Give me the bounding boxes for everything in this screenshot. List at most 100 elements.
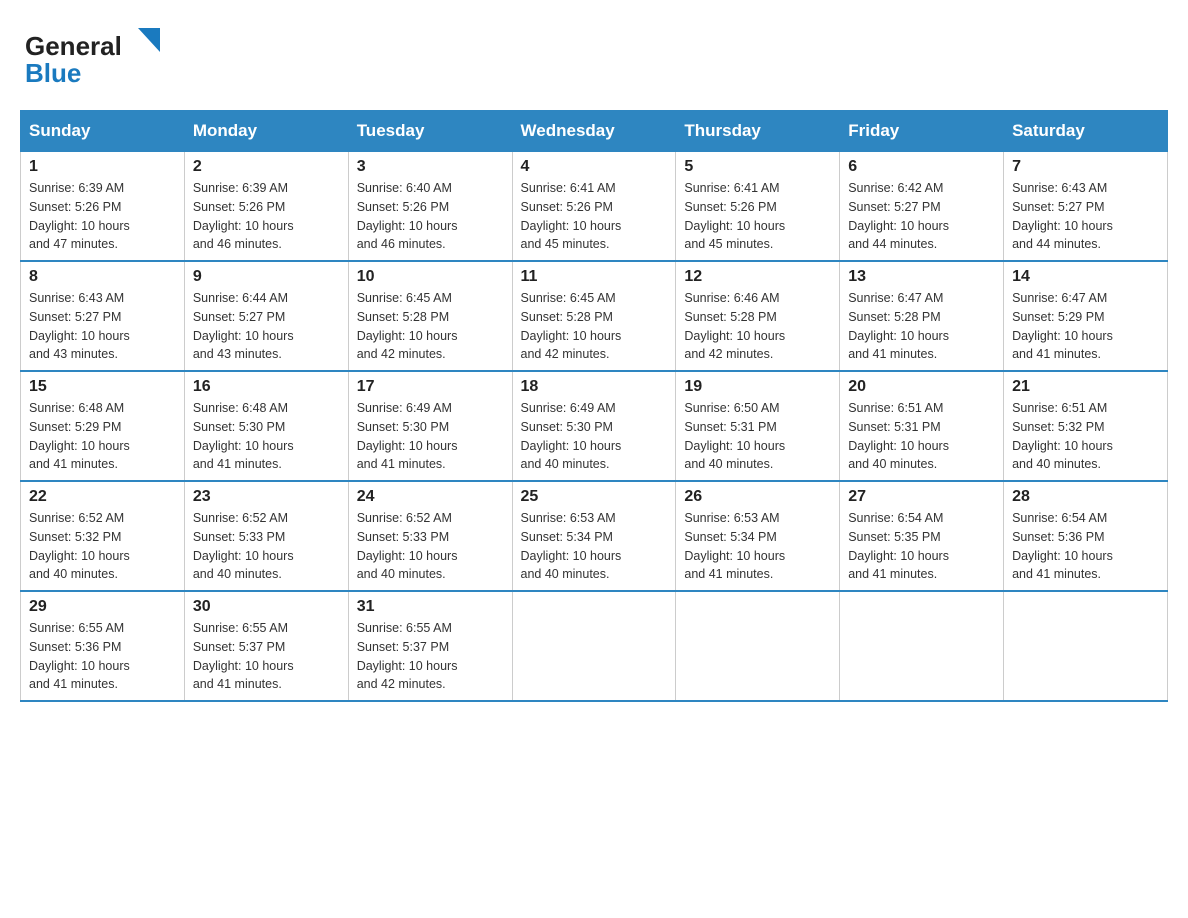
calendar-cell: 25 Sunrise: 6:53 AMSunset: 5:34 PMDaylig… bbox=[512, 481, 676, 591]
day-info: Sunrise: 6:45 AMSunset: 5:28 PMDaylight:… bbox=[357, 289, 504, 364]
day-number: 17 bbox=[357, 378, 504, 396]
calendar-week-row: 29 Sunrise: 6:55 AMSunset: 5:36 PMDaylig… bbox=[21, 591, 1168, 701]
calendar-cell: 2 Sunrise: 6:39 AMSunset: 5:26 PMDayligh… bbox=[184, 152, 348, 262]
day-info: Sunrise: 6:52 AMSunset: 5:33 PMDaylight:… bbox=[357, 509, 504, 584]
calendar-cell: 24 Sunrise: 6:52 AMSunset: 5:33 PMDaylig… bbox=[348, 481, 512, 591]
calendar-cell: 19 Sunrise: 6:50 AMSunset: 5:31 PMDaylig… bbox=[676, 371, 840, 481]
day-info: Sunrise: 6:43 AMSunset: 5:27 PMDaylight:… bbox=[29, 289, 176, 364]
calendar-cell: 9 Sunrise: 6:44 AMSunset: 5:27 PMDayligh… bbox=[184, 261, 348, 371]
day-number: 25 bbox=[521, 488, 668, 506]
day-info: Sunrise: 6:49 AMSunset: 5:30 PMDaylight:… bbox=[357, 399, 504, 474]
calendar-cell: 31 Sunrise: 6:55 AMSunset: 5:37 PMDaylig… bbox=[348, 591, 512, 701]
day-number: 10 bbox=[357, 268, 504, 286]
day-number: 1 bbox=[29, 158, 176, 176]
calendar-week-row: 1 Sunrise: 6:39 AMSunset: 5:26 PMDayligh… bbox=[21, 152, 1168, 262]
day-info: Sunrise: 6:49 AMSunset: 5:30 PMDaylight:… bbox=[521, 399, 668, 474]
day-number: 20 bbox=[848, 378, 995, 396]
day-info: Sunrise: 6:44 AMSunset: 5:27 PMDaylight:… bbox=[193, 289, 340, 364]
calendar-cell bbox=[512, 591, 676, 701]
day-number: 24 bbox=[357, 488, 504, 506]
calendar-header-thursday: Thursday bbox=[676, 111, 840, 152]
svg-text:Blue: Blue bbox=[25, 58, 81, 88]
calendar-cell: 23 Sunrise: 6:52 AMSunset: 5:33 PMDaylig… bbox=[184, 481, 348, 591]
day-number: 3 bbox=[357, 158, 504, 176]
day-number: 8 bbox=[29, 268, 176, 286]
calendar-header-friday: Friday bbox=[840, 111, 1004, 152]
day-info: Sunrise: 6:39 AMSunset: 5:26 PMDaylight:… bbox=[29, 179, 176, 254]
calendar-cell: 22 Sunrise: 6:52 AMSunset: 5:32 PMDaylig… bbox=[21, 481, 185, 591]
day-number: 5 bbox=[684, 158, 831, 176]
day-number: 29 bbox=[29, 598, 176, 616]
calendar-header-sunday: Sunday bbox=[21, 111, 185, 152]
calendar-cell: 11 Sunrise: 6:45 AMSunset: 5:28 PMDaylig… bbox=[512, 261, 676, 371]
calendar-header-monday: Monday bbox=[184, 111, 348, 152]
day-info: Sunrise: 6:41 AMSunset: 5:26 PMDaylight:… bbox=[521, 179, 668, 254]
day-number: 30 bbox=[193, 598, 340, 616]
day-info: Sunrise: 6:55 AMSunset: 5:37 PMDaylight:… bbox=[193, 619, 340, 694]
calendar-header-row: SundayMondayTuesdayWednesdayThursdayFrid… bbox=[21, 111, 1168, 152]
day-number: 4 bbox=[521, 158, 668, 176]
day-number: 22 bbox=[29, 488, 176, 506]
calendar-cell: 5 Sunrise: 6:41 AMSunset: 5:26 PMDayligh… bbox=[676, 152, 840, 262]
calendar-cell: 29 Sunrise: 6:55 AMSunset: 5:36 PMDaylig… bbox=[21, 591, 185, 701]
calendar-cell bbox=[676, 591, 840, 701]
calendar-cell: 14 Sunrise: 6:47 AMSunset: 5:29 PMDaylig… bbox=[1004, 261, 1168, 371]
calendar-header-saturday: Saturday bbox=[1004, 111, 1168, 152]
calendar-cell: 12 Sunrise: 6:46 AMSunset: 5:28 PMDaylig… bbox=[676, 261, 840, 371]
day-number: 18 bbox=[521, 378, 668, 396]
calendar-table: SundayMondayTuesdayWednesdayThursdayFrid… bbox=[20, 110, 1168, 702]
day-info: Sunrise: 6:46 AMSunset: 5:28 PMDaylight:… bbox=[684, 289, 831, 364]
day-info: Sunrise: 6:42 AMSunset: 5:27 PMDaylight:… bbox=[848, 179, 995, 254]
svg-text:General: General bbox=[25, 31, 122, 61]
day-number: 19 bbox=[684, 378, 831, 396]
day-info: Sunrise: 6:53 AMSunset: 5:34 PMDaylight:… bbox=[521, 509, 668, 584]
page-header: General Blue bbox=[20, 20, 1168, 100]
day-info: Sunrise: 6:52 AMSunset: 5:33 PMDaylight:… bbox=[193, 509, 340, 584]
calendar-cell: 20 Sunrise: 6:51 AMSunset: 5:31 PMDaylig… bbox=[840, 371, 1004, 481]
logo: General Blue bbox=[20, 20, 160, 100]
calendar-header-tuesday: Tuesday bbox=[348, 111, 512, 152]
day-number: 11 bbox=[521, 268, 668, 286]
calendar-cell: 21 Sunrise: 6:51 AMSunset: 5:32 PMDaylig… bbox=[1004, 371, 1168, 481]
day-info: Sunrise: 6:47 AMSunset: 5:28 PMDaylight:… bbox=[848, 289, 995, 364]
day-number: 13 bbox=[848, 268, 995, 286]
calendar-cell: 8 Sunrise: 6:43 AMSunset: 5:27 PMDayligh… bbox=[21, 261, 185, 371]
day-number: 2 bbox=[193, 158, 340, 176]
calendar-cell: 27 Sunrise: 6:54 AMSunset: 5:35 PMDaylig… bbox=[840, 481, 1004, 591]
day-number: 9 bbox=[193, 268, 340, 286]
day-info: Sunrise: 6:39 AMSunset: 5:26 PMDaylight:… bbox=[193, 179, 340, 254]
day-info: Sunrise: 6:48 AMSunset: 5:30 PMDaylight:… bbox=[193, 399, 340, 474]
day-info: Sunrise: 6:51 AMSunset: 5:32 PMDaylight:… bbox=[1012, 399, 1159, 474]
day-info: Sunrise: 6:43 AMSunset: 5:27 PMDaylight:… bbox=[1012, 179, 1159, 254]
calendar-cell: 17 Sunrise: 6:49 AMSunset: 5:30 PMDaylig… bbox=[348, 371, 512, 481]
day-number: 14 bbox=[1012, 268, 1159, 286]
day-info: Sunrise: 6:54 AMSunset: 5:35 PMDaylight:… bbox=[848, 509, 995, 584]
day-number: 12 bbox=[684, 268, 831, 286]
calendar-cell: 1 Sunrise: 6:39 AMSunset: 5:26 PMDayligh… bbox=[21, 152, 185, 262]
day-info: Sunrise: 6:47 AMSunset: 5:29 PMDaylight:… bbox=[1012, 289, 1159, 364]
day-number: 26 bbox=[684, 488, 831, 506]
day-info: Sunrise: 6:52 AMSunset: 5:32 PMDaylight:… bbox=[29, 509, 176, 584]
calendar-cell: 28 Sunrise: 6:54 AMSunset: 5:36 PMDaylig… bbox=[1004, 481, 1168, 591]
day-number: 6 bbox=[848, 158, 995, 176]
day-info: Sunrise: 6:55 AMSunset: 5:37 PMDaylight:… bbox=[357, 619, 504, 694]
calendar-cell: 6 Sunrise: 6:42 AMSunset: 5:27 PMDayligh… bbox=[840, 152, 1004, 262]
calendar-header-wednesday: Wednesday bbox=[512, 111, 676, 152]
calendar-cell bbox=[1004, 591, 1168, 701]
day-number: 7 bbox=[1012, 158, 1159, 176]
calendar-cell: 10 Sunrise: 6:45 AMSunset: 5:28 PMDaylig… bbox=[348, 261, 512, 371]
day-number: 27 bbox=[848, 488, 995, 506]
calendar-cell: 7 Sunrise: 6:43 AMSunset: 5:27 PMDayligh… bbox=[1004, 152, 1168, 262]
calendar-cell bbox=[840, 591, 1004, 701]
calendar-cell: 15 Sunrise: 6:48 AMSunset: 5:29 PMDaylig… bbox=[21, 371, 185, 481]
day-info: Sunrise: 6:40 AMSunset: 5:26 PMDaylight:… bbox=[357, 179, 504, 254]
calendar-week-row: 15 Sunrise: 6:48 AMSunset: 5:29 PMDaylig… bbox=[21, 371, 1168, 481]
day-info: Sunrise: 6:53 AMSunset: 5:34 PMDaylight:… bbox=[684, 509, 831, 584]
day-number: 31 bbox=[357, 598, 504, 616]
day-info: Sunrise: 6:45 AMSunset: 5:28 PMDaylight:… bbox=[521, 289, 668, 364]
calendar-cell: 26 Sunrise: 6:53 AMSunset: 5:34 PMDaylig… bbox=[676, 481, 840, 591]
calendar-cell: 18 Sunrise: 6:49 AMSunset: 5:30 PMDaylig… bbox=[512, 371, 676, 481]
logo-image: General Blue bbox=[20, 20, 160, 95]
calendar-cell: 30 Sunrise: 6:55 AMSunset: 5:37 PMDaylig… bbox=[184, 591, 348, 701]
calendar-week-row: 8 Sunrise: 6:43 AMSunset: 5:27 PMDayligh… bbox=[21, 261, 1168, 371]
